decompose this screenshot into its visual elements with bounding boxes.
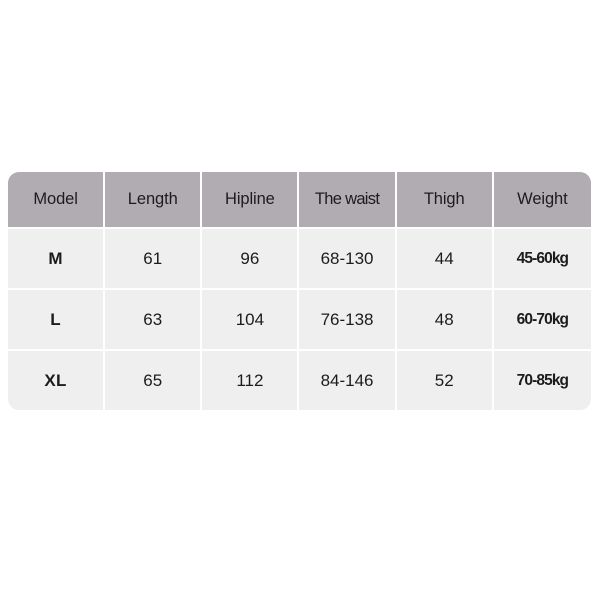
column-header-hipline: Hipline [202,172,300,229]
table-row: XL 65 112 84-146 52 70-85kg [8,351,591,410]
cell-hipline: 112 [202,351,300,410]
table-header: Model Length Hipline The waist Thigh Wei… [8,172,591,229]
table-body: M 61 96 68-130 44 45-60kg L 63 104 76-13… [8,229,591,410]
cell-weight: 45-60kg [493,229,591,290]
cell-length: 61 [105,229,203,290]
column-header-model: Model [8,172,106,229]
table-row: M 61 96 68-130 44 45-60kg [8,229,591,290]
size-chart-container: Model Length Hipline The waist Thigh Wei… [8,172,591,410]
column-header-weight: Weight [493,172,591,229]
column-header-thigh: Thigh [396,172,494,229]
cell-model: L [8,290,106,351]
cell-thigh: 44 [396,229,494,290]
cell-length: 63 [105,290,203,351]
size-chart-table: Model Length Hipline The waist Thigh Wei… [8,172,591,410]
table-row: L 63 104 76-138 48 60-70kg [8,290,591,351]
cell-hipline: 104 [202,290,300,351]
cell-hipline: 96 [202,229,300,290]
column-header-length: Length [105,172,203,229]
cell-thigh: 52 [396,351,494,410]
cell-weight: 60-70kg [493,290,591,351]
cell-waist: 84-146 [299,351,397,410]
cell-waist: 76-138 [299,290,397,351]
cell-thigh: 48 [396,290,494,351]
cell-model: XL [8,351,106,410]
header-row: Model Length Hipline The waist Thigh Wei… [8,172,591,229]
cell-model: M [8,229,106,290]
cell-weight: 70-85kg [493,351,591,410]
column-header-waist: The waist [299,172,397,229]
cell-waist: 68-130 [299,229,397,290]
cell-length: 65 [105,351,203,410]
